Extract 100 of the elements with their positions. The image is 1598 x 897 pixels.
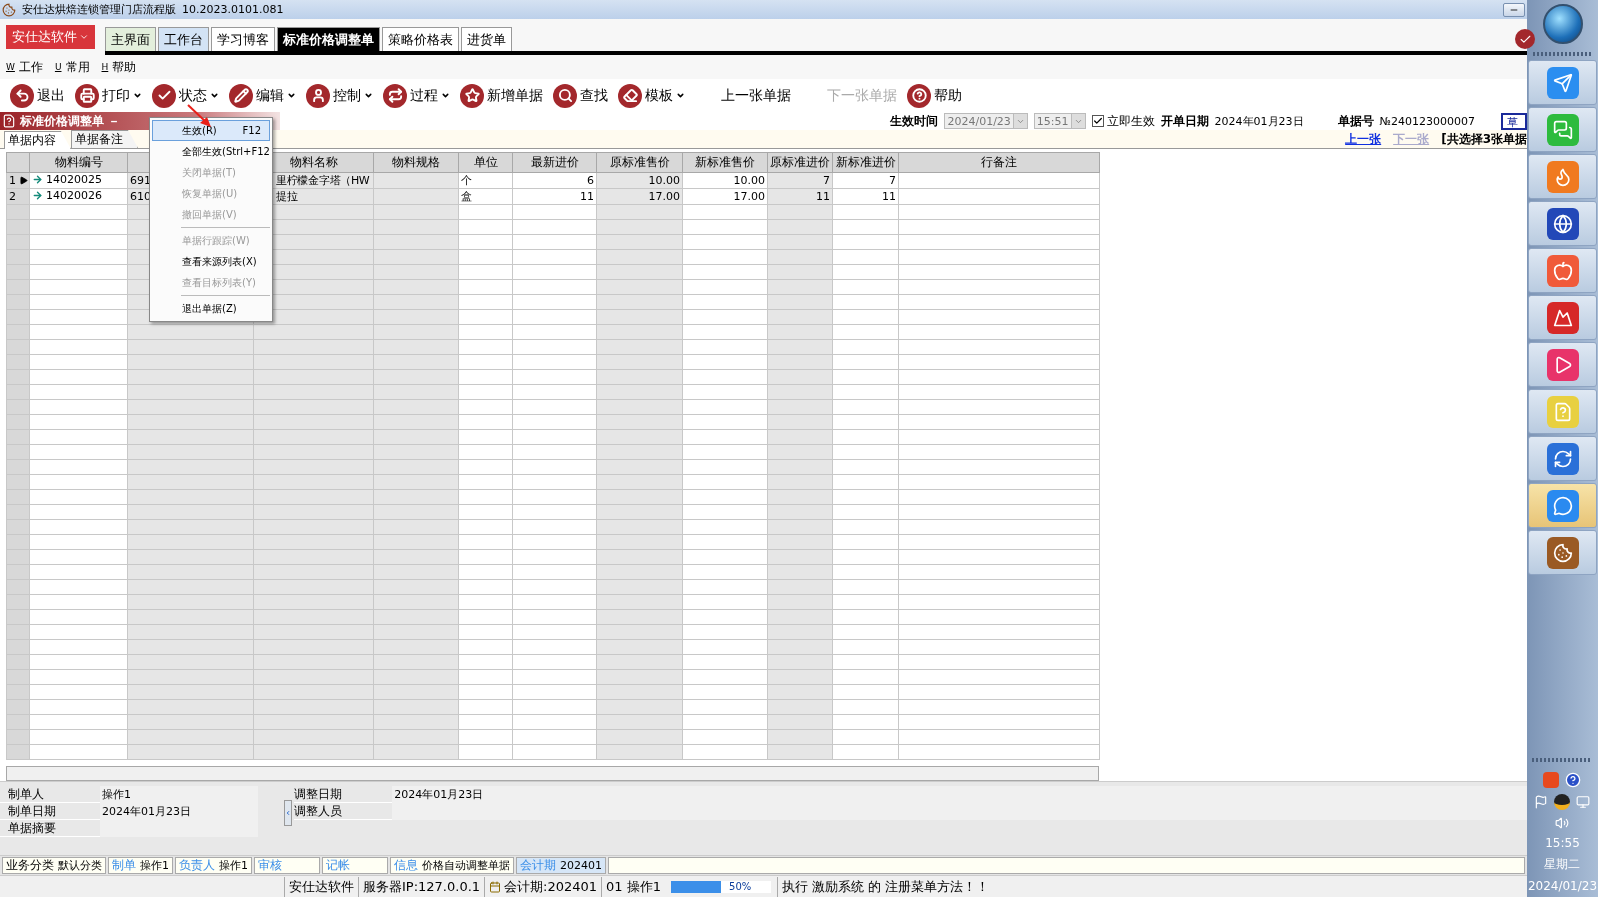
minimize-button[interactable] [1503, 2, 1525, 17]
column-header[interactable]: 单位 [458, 152, 513, 173]
field-value: 2024年01月23日 [392, 786, 1527, 803]
eraser-icon [618, 83, 642, 108]
date-field[interactable]: 2024/01/23 [944, 113, 1028, 129]
field-label: 调整日期 [294, 786, 344, 803]
column-header[interactable]: 行备注 [898, 152, 1100, 173]
help-icon[interactable] [1565, 772, 1582, 788]
globe-icon [1546, 207, 1579, 240]
caret-icon [79, 32, 89, 42]
tab[interactable]: 单据内容 [4, 131, 71, 149]
repeat-icon [383, 83, 407, 108]
app-logo-icon [2, 2, 16, 17]
checkbox[interactable] [1091, 115, 1104, 127]
play-icon [1546, 348, 1579, 381]
mountain-icon [1546, 301, 1579, 334]
version-text: 10.2023.0101.081 [182, 3, 284, 16]
toolbar-button[interactable]: 过程 [383, 83, 450, 108]
field-value: №240123000007 [1379, 114, 1475, 128]
tab[interactable]: 工作台 [158, 27, 209, 51]
status-field: 信息 价格自动调整单据 [390, 857, 514, 874]
toolbar-button[interactable]: 上一张单据 [721, 86, 791, 105]
flag-icon[interactable] [1534, 795, 1549, 809]
start-button[interactable] [1542, 4, 1583, 44]
status-field: 会计期 202401 [516, 857, 606, 874]
taskbar-app-button[interactable] [1528, 530, 1597, 575]
column-header[interactable]: 原标准售价 [596, 152, 683, 173]
taskbar-app-button[interactable] [1528, 436, 1597, 481]
field-value: 2024年01月23日 [100, 803, 259, 820]
status-field: 业务分类 默认分类 [2, 857, 106, 874]
field-label: 生效时间 [890, 112, 939, 130]
time-field[interactable]: 15:51 [1033, 113, 1086, 129]
check-icon[interactable] [1515, 29, 1535, 49]
toolbar-button[interactable]: 打印 [75, 83, 142, 108]
column-header[interactable]: 物料规格 [373, 152, 459, 173]
field-label: 单据摘要 [7, 820, 57, 837]
field-label: 调整人员 [294, 803, 344, 820]
column-header[interactable]: 物料编号 [29, 152, 128, 173]
toolbar-button[interactable]: 退出 [10, 83, 65, 108]
volume-icon[interactable] [1555, 816, 1570, 830]
taskbar-app-button[interactable] [1528, 295, 1597, 340]
tab[interactable]: 策略价格表 [382, 27, 459, 51]
toolbar-button[interactable]: 模板 [618, 83, 685, 108]
toolbar-button[interactable]: 帮助 [907, 83, 962, 108]
tab[interactable]: 主界面 [105, 27, 156, 51]
document-title: 标准价格调整单 － [20, 112, 121, 130]
field-label: 制单日期 [7, 803, 57, 820]
menu-item[interactable]: U 常用 [54, 58, 90, 76]
tab[interactable]: 进货单 [461, 27, 512, 51]
caret-icon [133, 91, 142, 100]
company-text: 安仕达软件 [284, 876, 358, 897]
column-header[interactable]: 新标准进价 [832, 152, 899, 173]
status-field: 制单 操作1 [108, 857, 173, 874]
flame-icon [1546, 160, 1579, 193]
nav-link[interactable]: 上一张 [1345, 130, 1382, 148]
menu-item[interactable]: W 工作 [6, 58, 43, 76]
taskbar-app-button[interactable] [1528, 201, 1597, 246]
column-header[interactable]: 新标准售价 [682, 152, 768, 173]
brand-menu-button[interactable]: 安仕达软件 [6, 25, 95, 49]
column-header[interactable]: 最新进价 [512, 152, 597, 173]
edge-button[interactable]: 草 [1501, 112, 1527, 130]
penguin-icon[interactable] [1554, 794, 1571, 810]
menu-item[interactable]: 查看来源列表(X) [152, 251, 270, 272]
check-icon [152, 83, 176, 108]
arrow-icon [32, 174, 43, 185]
toolbar-button[interactable]: 新增单据 [460, 83, 543, 108]
toolbar-button[interactable]: 状态 [152, 83, 219, 108]
splitter-handle[interactable] [284, 800, 293, 826]
field-label: 开单日期 [1160, 112, 1209, 130]
chevron-left-icon [285, 809, 292, 817]
cookie-icon [1546, 536, 1579, 569]
pencil-icon [229, 83, 253, 108]
calendar-icon [489, 880, 502, 893]
tab[interactable]: 单据备注 [71, 130, 138, 148]
status-field: 审核 [254, 857, 320, 874]
input-method-icon[interactable] [1543, 772, 1560, 788]
menu-item[interactable]: 生效(R) F12 [152, 120, 270, 141]
menu-item[interactable]: H 帮助 [101, 58, 137, 76]
taskbar-app-button[interactable] [1528, 342, 1597, 387]
window-title: 安仕达烘焙连锁管理门店流程版 [22, 2, 176, 17]
menu-item[interactable]: 退出单据(Z) [152, 298, 270, 319]
document-question-icon [1546, 395, 1579, 428]
refresh-icon [1546, 442, 1579, 475]
toolbar-button[interactable]: 控制 [306, 83, 373, 108]
column-header[interactable]: 原标准进价 [767, 152, 833, 173]
toolbar-button[interactable]: 编辑 [229, 83, 296, 108]
clock-time: 15:55 [1545, 836, 1580, 850]
caret-icon [210, 91, 219, 100]
toolbar-button[interactable]: 查找 [553, 83, 608, 108]
field-value: 操作1 [100, 786, 259, 803]
tab[interactable]: 学习博客 [211, 27, 275, 51]
progress-reading: 50% [727, 880, 754, 893]
arrow-icon [32, 190, 43, 201]
chat-icon [1546, 113, 1579, 146]
field-label: 单据号 [1337, 112, 1374, 130]
tab[interactable]: 标准价格调整单 [277, 27, 380, 51]
network-icon[interactable] [1576, 795, 1591, 809]
search-icon [553, 83, 577, 108]
caret-icon [364, 91, 373, 100]
clock-date: 2024/01/23 [1527, 879, 1598, 893]
